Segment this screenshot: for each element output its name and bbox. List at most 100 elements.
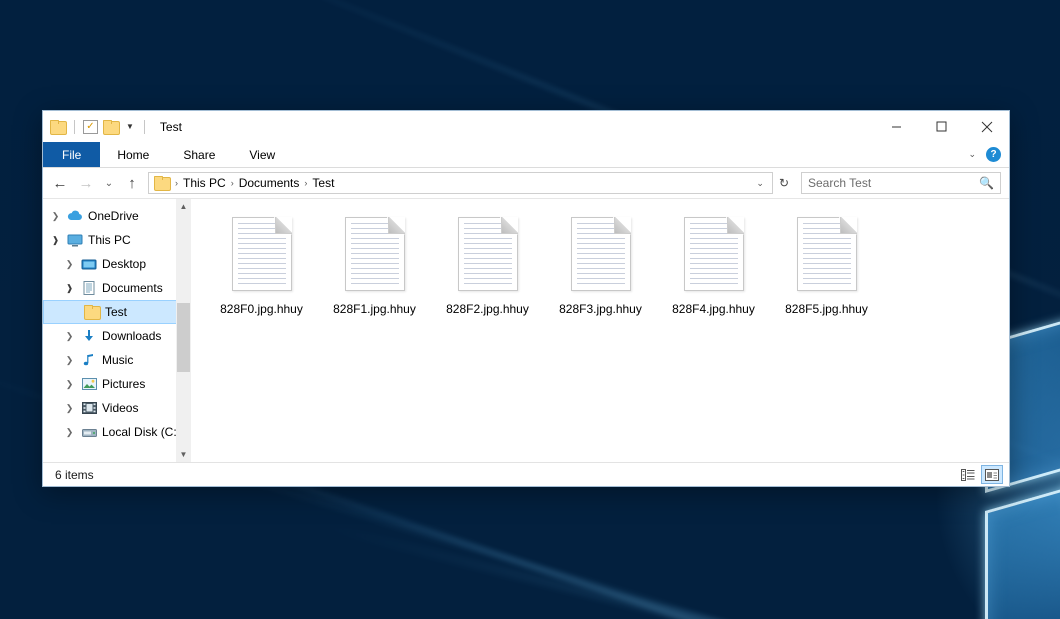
file-item[interactable]: 828F4.jpg.hhuy (657, 213, 770, 316)
file-item[interactable]: 828F0.jpg.hhuy (205, 213, 318, 316)
chevron-right-icon[interactable]: ❯ (63, 427, 76, 438)
sidebar-item-downloads[interactable]: ❯ Downloads (43, 324, 191, 348)
help-icon[interactable]: ? (986, 147, 1001, 162)
chevron-down-icon[interactable]: ❱ (63, 283, 76, 294)
monitor-icon (67, 232, 83, 248)
tab-view[interactable]: View (232, 142, 292, 167)
properties-icon[interactable]: ✓ (83, 120, 98, 134)
sidebar-item-this-pc[interactable]: ❱ This PC (43, 228, 191, 252)
tab-share[interactable]: Share (166, 142, 232, 167)
refresh-icon[interactable]: ↻ (773, 176, 795, 190)
file-list-pane[interactable]: 828F0.jpg.hhuy 828F1.jpg.hhuy (191, 199, 1009, 462)
maximize-button[interactable] (919, 111, 964, 142)
file-item[interactable]: 828F3.jpg.hhuy (544, 213, 657, 316)
videos-icon (81, 400, 97, 416)
sidebar-scrollbar[interactable]: ▲ ▼ (176, 199, 191, 462)
sidebar-item-label: OneDrive (88, 209, 139, 223)
sidebar-item-label: Desktop (102, 257, 146, 271)
chevron-right-icon[interactable]: ❯ (63, 379, 76, 390)
file-item[interactable]: 828F1.jpg.hhuy (318, 213, 431, 316)
document-fold (614, 217, 631, 234)
file-name-label: 828F3.jpg.hhuy (559, 302, 642, 316)
scroll-up-icon[interactable]: ▲ (176, 199, 191, 214)
documents-icon (81, 280, 97, 296)
download-icon (81, 328, 97, 344)
close-button[interactable] (964, 111, 1009, 142)
folder-icon (84, 304, 100, 320)
chevron-down-icon[interactable]: ❱ (49, 235, 62, 246)
title-bar: ✓ ▼ Test (43, 111, 1009, 142)
file-name-label: 828F2.jpg.hhuy (446, 302, 529, 316)
chevron-right-icon[interactable]: ❯ (63, 259, 76, 270)
address-dropdown-icon[interactable]: ⌄ (750, 178, 770, 189)
scrollbar-thumb[interactable] (177, 303, 190, 373)
generic-document-icon (232, 217, 292, 291)
folder-icon (154, 176, 170, 190)
generic-document-icon (797, 217, 857, 291)
sidebar-item-documents[interactable]: ❱ Documents (43, 276, 191, 300)
search-placeholder: Search Test (808, 176, 979, 190)
chevron-right-icon[interactable]: ❯ (63, 355, 76, 366)
file-item[interactable]: 828F5.jpg.hhuy (770, 213, 883, 316)
file-grid: 828F0.jpg.hhuy 828F1.jpg.hhuy (205, 213, 1009, 316)
scroll-down-icon[interactable]: ▼ (176, 447, 191, 462)
chevron-right-icon[interactable]: ❯ (49, 211, 62, 222)
sidebar-item-music[interactable]: ❯ Music (43, 348, 191, 372)
sidebar-item-label: Downloads (102, 329, 161, 343)
file-explorer-window: ✓ ▼ Test File Home Share View ⌄ ? (42, 110, 1010, 487)
customize-dropdown-icon[interactable]: ▼ (124, 123, 136, 131)
scrollbar-track[interactable] (176, 214, 191, 447)
generic-document-icon (684, 217, 744, 291)
pictures-icon (81, 376, 97, 392)
chevron-right-icon[interactable]: ❯ (63, 331, 76, 342)
view-toggle-group (957, 465, 1003, 484)
status-bar: 6 items (43, 462, 1009, 486)
sidebar-item-label: Videos (102, 401, 138, 415)
breadcrumb-documents[interactable]: Documents (235, 176, 304, 190)
file-name-label: 828F4.jpg.hhuy (672, 302, 755, 316)
tab-home[interactable]: Home (100, 142, 166, 167)
details-view-button[interactable] (957, 465, 979, 484)
chevron-down-icon[interactable]: ⌄ (964, 149, 980, 160)
up-button[interactable]: ↑ (119, 171, 145, 195)
toolbar-divider (74, 120, 75, 134)
navigation-pane: ❯ OneDrive ❱ This PC ❯ Desktop (43, 199, 191, 462)
document-fold (501, 217, 518, 234)
document-fold (840, 217, 857, 234)
tab-file[interactable]: File (43, 142, 100, 167)
sidebar-item-desktop[interactable]: ❯ Desktop (43, 252, 191, 276)
chevron-right-icon[interactable]: ❯ (63, 403, 76, 414)
forward-button[interactable]: → (73, 171, 99, 195)
sidebar-item-label: Local Disk (C:) (102, 425, 181, 439)
recent-locations-button[interactable]: ⌄ (99, 171, 119, 195)
new-folder-icon[interactable] (103, 120, 119, 134)
sidebar-item-label: Documents (102, 281, 163, 295)
ribbon-tab-bar: File Home Share View ⌄ ? (43, 142, 1009, 168)
address-path-box[interactable]: › This PC › Documents › Test ⌄ (148, 172, 773, 194)
sidebar-item-local-disk-c[interactable]: ❯ Local Disk (C:) (43, 420, 191, 444)
sidebar-item-onedrive[interactable]: ❯ OneDrive (43, 204, 191, 228)
logo-pane (985, 474, 1060, 619)
sidebar-item-pictures[interactable]: ❯ Pictures (43, 372, 191, 396)
large-icons-view-button[interactable] (981, 465, 1003, 484)
disk-icon (81, 424, 97, 440)
generic-document-icon (458, 217, 518, 291)
generic-document-icon (345, 217, 405, 291)
address-bar: ← → ⌄ ↑ › This PC › Documents › Test ⌄ ↻… (43, 168, 1009, 198)
back-button[interactable]: ← (47, 171, 73, 195)
breadcrumb-this-pc[interactable]: This PC (179, 176, 230, 190)
search-input[interactable]: Search Test 🔍 (801, 172, 1001, 194)
breadcrumb: › This PC › Documents › Test (174, 176, 750, 190)
file-name-label: 828F5.jpg.hhuy (785, 302, 868, 316)
search-icon[interactable]: 🔍 (979, 176, 994, 190)
breadcrumb-test[interactable]: Test (308, 176, 338, 190)
file-name-label: 828F0.jpg.hhuy (220, 302, 303, 316)
file-item[interactable]: 828F2.jpg.hhuy (431, 213, 544, 316)
folder-icon[interactable] (50, 120, 66, 134)
file-name-label: 828F1.jpg.hhuy (333, 302, 416, 316)
sidebar-item-videos[interactable]: ❯ Videos (43, 396, 191, 420)
minimize-button[interactable] (874, 111, 919, 142)
sidebar-item-test[interactable]: Test (43, 300, 191, 324)
music-icon (81, 352, 97, 368)
window-controls (874, 111, 1009, 142)
